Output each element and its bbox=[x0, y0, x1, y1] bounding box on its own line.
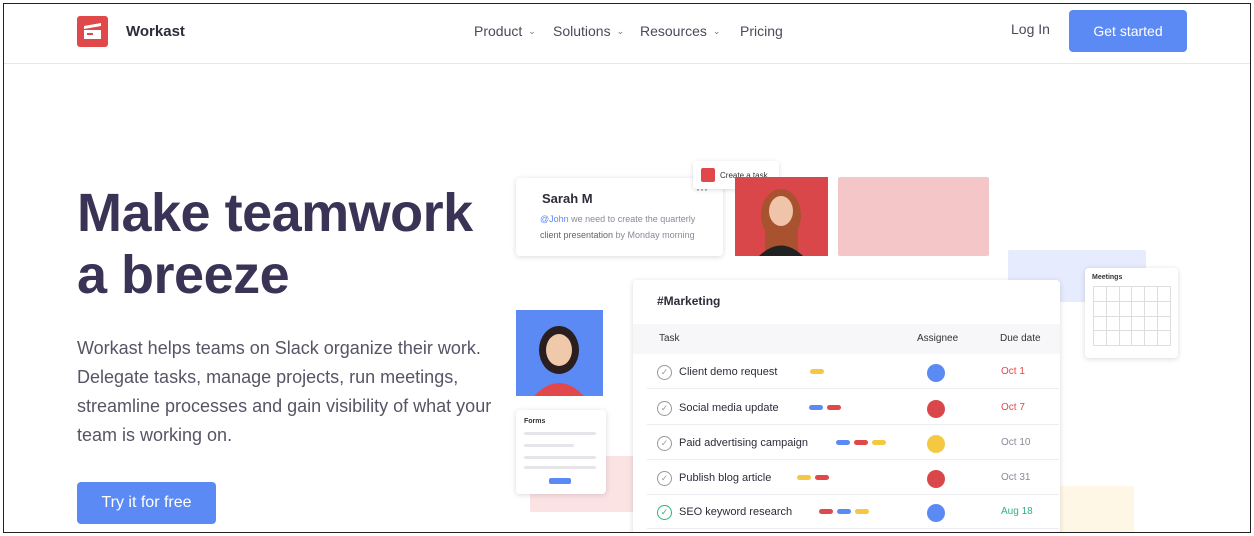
task-name: Social media update bbox=[679, 402, 779, 414]
form-field bbox=[524, 432, 596, 435]
tag-pill bbox=[815, 475, 829, 480]
message-text-a: we need to create the quarterly bbox=[568, 214, 696, 224]
tag-pill bbox=[872, 440, 886, 445]
due-date: Oct 7 bbox=[1001, 402, 1025, 413]
form-field bbox=[524, 466, 596, 469]
login-link[interactable]: Log In bbox=[1011, 21, 1050, 37]
tag-pill bbox=[827, 405, 841, 410]
tag-pill bbox=[797, 475, 811, 480]
due-date: Aug 18 bbox=[1001, 506, 1033, 517]
avatar bbox=[927, 504, 945, 522]
meetings-title: Meetings bbox=[1092, 274, 1123, 281]
check-circle-icon[interactable]: ✓ bbox=[657, 401, 672, 416]
task-name: Publish blog article bbox=[679, 472, 772, 484]
forms-card: Forms bbox=[516, 410, 606, 494]
avatar bbox=[927, 470, 945, 488]
message-text: @John we need to create the quarterly cli… bbox=[540, 211, 715, 243]
task-tags bbox=[836, 440, 886, 445]
header-task: Task bbox=[659, 333, 680, 344]
table-header: Task Assignee Due date bbox=[633, 324, 1060, 354]
hero-title-line2: a breeze bbox=[77, 245, 290, 305]
task-tags bbox=[797, 475, 829, 480]
nav-solutions[interactable]: Solutions ⌄ bbox=[553, 23, 624, 39]
chevron-down-icon: ⌄ bbox=[528, 25, 536, 36]
table-row[interactable]: ✓ Client demo request Oct 1 bbox=[647, 355, 1059, 389]
form-field bbox=[524, 456, 596, 459]
form-field bbox=[524, 444, 574, 447]
tag-pill bbox=[837, 509, 851, 514]
tag-pill bbox=[809, 405, 823, 410]
header-assignee: Assignee bbox=[917, 333, 959, 344]
message-mention: @John bbox=[540, 214, 569, 224]
calendar-grid bbox=[1093, 286, 1171, 346]
hero-title: Make teamwork a breeze bbox=[77, 182, 473, 306]
try-free-button[interactable]: Try it for free bbox=[77, 482, 216, 524]
message-text-b: by Monday morning bbox=[613, 230, 695, 240]
task-name: SEO keyword research bbox=[679, 506, 793, 518]
workast-logo-icon bbox=[701, 168, 715, 182]
check-circle-icon[interactable]: ✓ bbox=[657, 505, 672, 520]
decor-pink-block bbox=[838, 177, 989, 256]
chevron-down-icon: ⌄ bbox=[712, 25, 721, 36]
message-author: Sarah M bbox=[542, 191, 593, 206]
form-submit-button[interactable] bbox=[549, 478, 571, 484]
site-header: Workast Product ⌄ Solutions ⌄ Resources ⌄ P… bbox=[4, 4, 1250, 64]
check-circle-icon[interactable]: ✓ bbox=[657, 365, 672, 380]
marketing-task-table: #Marketing Task Assignee Due date ✓ Clie… bbox=[633, 280, 1060, 532]
header-due-date: Due date bbox=[1000, 333, 1041, 344]
get-started-button[interactable]: Get started bbox=[1069, 10, 1187, 52]
due-date: Oct 1 bbox=[1001, 366, 1025, 377]
due-date: Oct 10 bbox=[1001, 437, 1031, 448]
channel-title: #Marketing bbox=[657, 294, 721, 308]
nav-product-label: Product bbox=[474, 23, 523, 39]
hero-subtitle: Workast helps teams on Slack organize th… bbox=[77, 338, 492, 445]
nav-product[interactable]: Product ⌄ bbox=[474, 23, 536, 39]
task-name: Client demo request bbox=[679, 366, 778, 378]
task-tags bbox=[819, 509, 869, 514]
avatar bbox=[927, 435, 945, 453]
task-tags bbox=[809, 405, 841, 410]
due-date: Oct 31 bbox=[1001, 472, 1031, 483]
table-row[interactable]: ✓ Social media update Oct 7 bbox=[647, 391, 1059, 425]
nav-resources[interactable]: Resources ⌄ bbox=[640, 23, 720, 39]
slack-message-card: Sarah M ··· @John we need to create the … bbox=[516, 178, 723, 256]
table-row[interactable]: ✓ SEO keyword research Aug 18 bbox=[647, 495, 1059, 529]
task-name: Paid advertising campaign bbox=[679, 437, 809, 449]
avatar-photo-woman-blue bbox=[516, 310, 603, 396]
page-frame: Workast Product ⌄ Solutions ⌄ Resources ⌄ P… bbox=[3, 3, 1251, 533]
tag-pill bbox=[854, 440, 868, 445]
nav-resources-label: Resources bbox=[640, 23, 707, 39]
brand-name[interactable]: Workast bbox=[126, 23, 185, 40]
decor-yellow-block bbox=[1054, 486, 1134, 532]
tag-pill bbox=[855, 509, 869, 514]
tag-pill bbox=[819, 509, 833, 514]
check-circle-icon[interactable]: ✓ bbox=[657, 436, 672, 451]
tag-pill bbox=[810, 369, 824, 374]
avatar bbox=[927, 400, 945, 418]
meetings-calendar-card: Meetings bbox=[1085, 268, 1178, 358]
chevron-down-icon: ⌄ bbox=[616, 25, 625, 36]
table-row[interactable]: ✓ Publish blog article Oct 31 bbox=[647, 461, 1059, 495]
avatar-photo-woman-red bbox=[735, 177, 828, 256]
forms-title: Forms bbox=[524, 418, 546, 425]
table-row[interactable]: ✓ Paid advertising campaign Oct 10 bbox=[647, 426, 1059, 460]
nav-solutions-label: Solutions bbox=[553, 23, 611, 39]
nav-pricing[interactable]: Pricing bbox=[740, 23, 783, 39]
message-bold: client presentation bbox=[540, 230, 614, 240]
check-circle-icon[interactable]: ✓ bbox=[657, 471, 672, 486]
nav-pricing-label: Pricing bbox=[740, 23, 783, 39]
avatar bbox=[927, 364, 945, 382]
hero-title-line1: Make teamwork bbox=[77, 183, 473, 243]
task-tags bbox=[810, 369, 824, 374]
workast-logo-icon[interactable] bbox=[77, 16, 108, 47]
tag-pill bbox=[836, 440, 850, 445]
